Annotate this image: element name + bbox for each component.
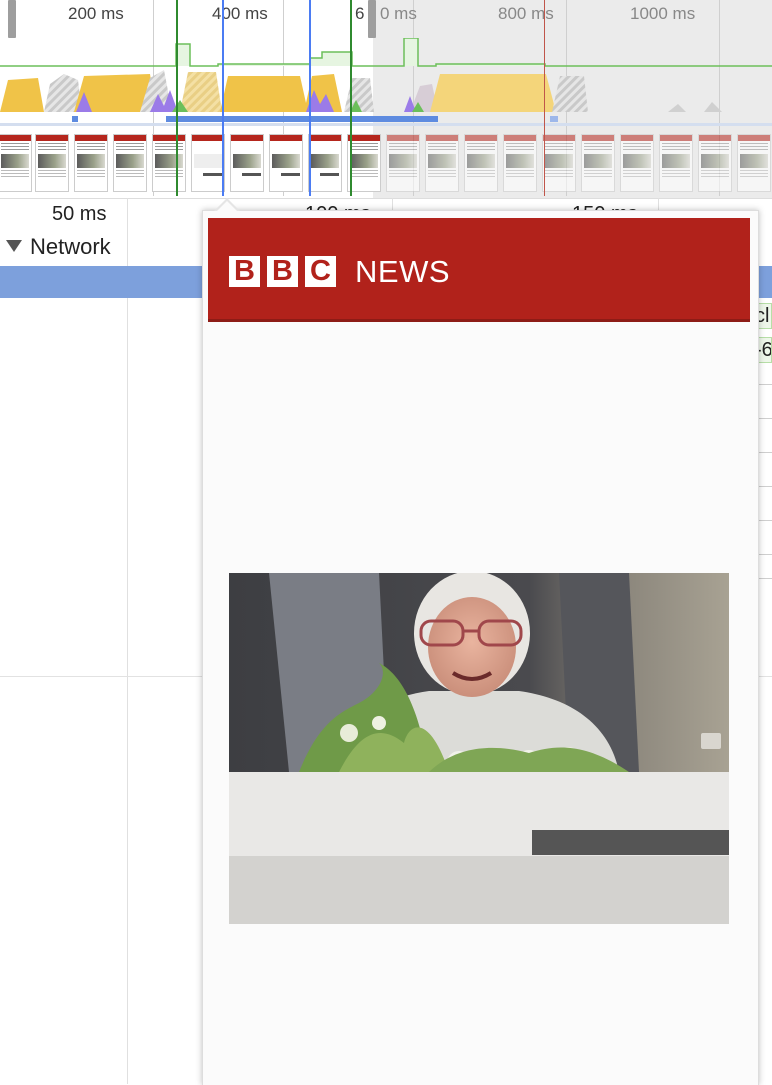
article-photo: [229, 573, 729, 772]
filmstrip-frame[interactable]: [425, 134, 459, 192]
blue-marker-line: [309, 0, 311, 196]
network-track-label[interactable]: Network: [30, 234, 111, 260]
filmstrip-frame[interactable]: [308, 134, 342, 192]
overview-tick-label: 800 ms: [498, 4, 554, 23]
overview-tick-label: 200 ms: [68, 4, 124, 23]
filmstrip-frame[interactable]: [503, 134, 537, 192]
filmstrip-frame[interactable]: [620, 134, 654, 192]
article-meta-placeholder: [532, 830, 729, 855]
filmstrip-frame[interactable]: [230, 134, 264, 192]
ruler-grid-line: [127, 198, 128, 1084]
article-body-placeholder: [229, 856, 729, 924]
filmstrip-frame[interactable]: [737, 134, 771, 192]
frames-track: [0, 38, 772, 67]
filmstrip-frame[interactable]: [581, 134, 615, 192]
filmstrip-frame[interactable]: [152, 134, 186, 192]
filmstrip-frame[interactable]: [464, 134, 498, 192]
ruler-label: 50 ms: [52, 203, 107, 225]
filmstrip-frame[interactable]: [347, 134, 381, 192]
blue-marker-line: [222, 0, 224, 196]
filmstrip-frame[interactable]: [386, 134, 420, 192]
filmstrip-frame[interactable]: [0, 134, 32, 192]
filmstrip-frame[interactable]: [191, 134, 225, 192]
selection-right-handle[interactable]: [368, 0, 376, 38]
cpu-activity-chart: [0, 70, 722, 112]
green-marker-line: [176, 0, 178, 196]
bbc-news-wordmark: NEWS: [355, 254, 450, 289]
overview-tick-label: 1000 ms: [630, 4, 696, 23]
overview-tick-label: 0 ms: [380, 4, 417, 23]
network-overview-track: [0, 116, 772, 126]
timeline-overview[interactable]: 200 ms 400 ms 6 0 ms 800 ms 1000 ms: [0, 0, 772, 198]
filmstrip-frame[interactable]: [269, 134, 303, 192]
overview-tick-label: 6: [355, 4, 365, 23]
bbc-logo-letter: B: [229, 256, 260, 287]
network-expand-triangle-icon[interactable]: [6, 240, 22, 252]
screenshot-filmstrip[interactable]: [0, 134, 772, 194]
popover-arrow-inner: [216, 201, 238, 212]
filmstrip-frame[interactable]: [542, 134, 576, 192]
green-marker-line: [350, 0, 352, 196]
filmstrip-frame[interactable]: [113, 134, 147, 192]
selection-left-handle[interactable]: [8, 0, 16, 38]
filmstrip-frame[interactable]: [659, 134, 693, 192]
filmstrip-frame[interactable]: [35, 134, 69, 192]
bbc-logo-letter: C: [305, 256, 336, 287]
bbc-logo-letter: B: [267, 256, 298, 287]
filmstrip-frame[interactable]: [698, 134, 732, 192]
filmstrip-frame[interactable]: [74, 134, 108, 192]
red-marker-line: [544, 0, 545, 196]
overview-tick-label: 400 ms: [212, 4, 268, 23]
